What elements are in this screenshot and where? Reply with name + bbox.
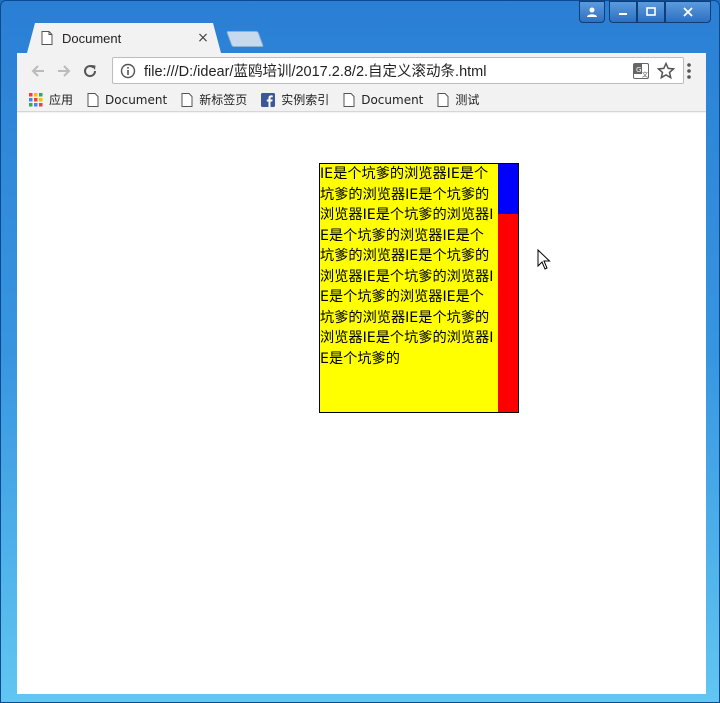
bookmark-apps[interactable]: 应用 (29, 91, 73, 108)
minimize-icon (619, 13, 627, 15)
bookmark-document[interactable]: Document (87, 92, 168, 107)
translate-icon[interactable]: G文 (633, 62, 649, 79)
apps-icon (29, 92, 43, 107)
url-text[interactable]: file:///D:/idear/蓝鸥培训/2017.2.8/2.自定义滚动条.… (144, 60, 633, 81)
svg-text:G: G (636, 66, 641, 74)
maximize-button[interactable] (637, 1, 665, 23)
svg-text:文: 文 (642, 71, 648, 79)
page-icon (343, 92, 355, 107)
reload-icon (84, 64, 97, 77)
info-icon[interactable] (120, 63, 136, 79)
custom-scrollbar-thumb[interactable] (498, 164, 518, 214)
maximize-icon (646, 7, 656, 16)
close-icon (683, 7, 693, 17)
arrow-right-icon (58, 64, 71, 77)
forward-button[interactable] (51, 58, 77, 84)
address-bar[interactable]: file:///D:/idear/蓝鸥培训/2017.2.8/2.自定义滚动条.… (112, 57, 684, 84)
scroll-content-text: IE是个坑爹的浏览器IE是个坑爹的浏览器IE是个坑爹的浏览器IE是个坑爹的浏览器… (320, 166, 494, 367)
star-icon[interactable] (657, 61, 675, 80)
bookmark-examples-index[interactable]: 实例索引 (261, 91, 329, 108)
bookmark-label: 测试 (455, 93, 480, 107)
page-icon (87, 92, 99, 107)
bookmark-test[interactable]: 测试 (437, 91, 479, 108)
browser-window: Document × file:///D:/idear/蓝鸥培训/2017.2.… (0, 0, 720, 703)
browser-chrome: file:///D:/idear/蓝鸥培训/2017.2.8/2.自定义滚动条.… (17, 53, 706, 694)
reload-button[interactable] (77, 58, 103, 84)
minimize-button[interactable] (609, 1, 637, 23)
bookmark-label: 实例索引 (281, 93, 330, 107)
window-caption-buttons (579, 1, 711, 25)
arrow-left-icon (31, 64, 44, 77)
new-tab-button[interactable] (226, 31, 264, 47)
kebab-menu-icon[interactable] (686, 62, 692, 80)
bookmark-document-2[interactable]: Document (343, 92, 424, 107)
toolbar: file:///D:/idear/蓝鸥培训/2017.2.8/2.自定义滚动条.… (17, 53, 706, 88)
mouse-cursor-icon (537, 249, 551, 270)
custom-scroll-box[interactable]: IE是个坑爹的浏览器IE是个坑爹的浏览器IE是个坑爹的浏览器IE是个坑爹的浏览器… (319, 163, 519, 413)
close-window-button[interactable] (665, 1, 711, 23)
tab-close-icon[interactable]: × (193, 30, 213, 46)
page-icon (437, 92, 449, 107)
bookmark-new-tab[interactable]: 新标签页 (181, 91, 247, 108)
bookmark-label: 新标签页 (199, 93, 248, 107)
page-icon (41, 31, 53, 45)
tab-title: Document (62, 30, 122, 46)
back-button[interactable] (25, 58, 51, 84)
page-viewport: IE是个坑爹的浏览器IE是个坑爹的浏览器IE是个坑爹的浏览器IE是个坑爹的浏览器… (17, 113, 706, 694)
profile-button[interactable] (579, 1, 605, 23)
bookmark-label: Document (361, 92, 424, 107)
bookmarks-bar: 应用 Document 新标签页 实例索引 Document 测试 (17, 88, 706, 112)
page-icon (181, 92, 193, 107)
person-icon (587, 7, 597, 17)
tab-document[interactable]: Document × (27, 23, 221, 53)
bookmark-label: 应用 (49, 93, 74, 107)
bookmark-label: Document (105, 92, 168, 107)
facebook-icon (261, 92, 276, 107)
